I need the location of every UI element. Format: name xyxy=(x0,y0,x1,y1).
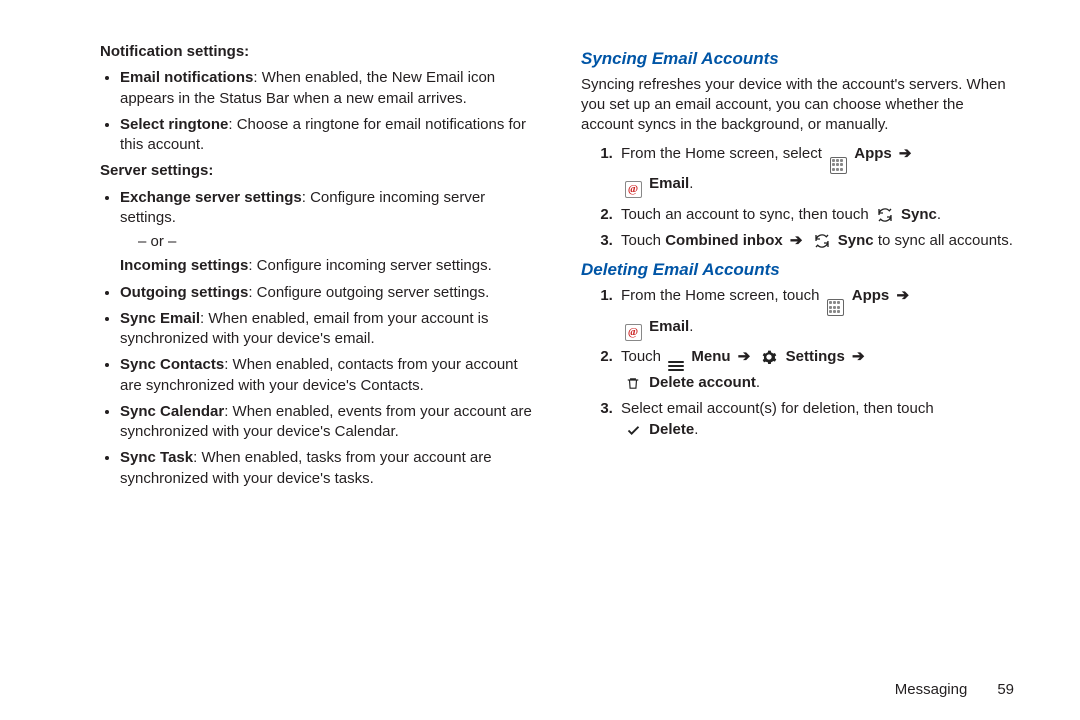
period: . xyxy=(756,374,760,391)
item-desc: : Configure outgoing server settings. xyxy=(248,284,489,301)
apps-icon xyxy=(829,156,847,174)
item-term: Outgoing settings xyxy=(120,284,248,301)
item-term: Select ringtone xyxy=(120,116,228,133)
step-text: From the Home screen, touch xyxy=(621,287,824,304)
arrow-icon: ➔ xyxy=(790,232,803,249)
apps-label: Apps xyxy=(854,145,896,162)
combined-inbox-label: Combined inbox xyxy=(665,232,787,249)
arrow-icon: ➔ xyxy=(852,348,865,365)
list-item: Exchange server settings : Configure inco… xyxy=(120,188,539,277)
settings-label: Settings xyxy=(786,348,849,365)
email-label: Email xyxy=(649,318,689,335)
email-icon: @ xyxy=(624,323,642,341)
item-term: Exchange server settings xyxy=(120,189,302,206)
menu-icon xyxy=(668,359,684,373)
item-term: Incoming settings xyxy=(120,257,248,274)
syncing-heading: Syncing Email Accounts xyxy=(581,48,1020,71)
item-term: Sync Contacts xyxy=(120,356,224,373)
list-item: Select ringtone: Choose a ringtone for e… xyxy=(120,115,539,156)
gear-icon xyxy=(760,348,778,366)
step-item: Touch an account to sync, then touch Syn… xyxy=(617,205,1020,225)
email-label: Email xyxy=(649,175,689,192)
period: . xyxy=(937,206,941,223)
period: . xyxy=(689,175,693,192)
step-text: Touch xyxy=(621,348,665,365)
left-column: Notification settings: Email notificatio… xyxy=(100,40,539,670)
item-term: Sync Calendar xyxy=(120,403,224,420)
trash-icon xyxy=(624,375,642,393)
delete-account-label: Delete account xyxy=(649,374,756,391)
deleting-heading: Deleting Email Accounts xyxy=(581,259,1020,282)
syncing-intro: Syncing refreshes your device with the a… xyxy=(581,75,1020,136)
check-icon xyxy=(624,421,642,439)
two-column-layout: Notification settings: Email notificatio… xyxy=(100,40,1020,670)
step-text: Touch an account to sync, then touch xyxy=(621,206,873,223)
menu-label: Menu xyxy=(691,348,734,365)
period: . xyxy=(694,421,698,438)
arrow-icon: ➔ xyxy=(899,145,912,162)
section-name: Messaging xyxy=(895,680,968,700)
sync-label: Sync xyxy=(838,232,874,249)
list-item: Sync Contacts: When enabled, contacts fr… xyxy=(120,355,539,396)
list-item: Email notifications: When enabled, the N… xyxy=(120,68,539,109)
step-item: Touch Combined inbox ➔ Sync to sync all … xyxy=(617,231,1020,251)
delete-label: Delete xyxy=(649,421,694,438)
period: . xyxy=(689,318,693,335)
manual-page: Notification settings: Email notificatio… xyxy=(0,0,1080,720)
list-item: Sync Task: When enabled, tasks from your… xyxy=(120,448,539,489)
apps-icon xyxy=(827,299,845,317)
right-column: Syncing Email Accounts Syncing refreshes… xyxy=(581,40,1020,670)
step-text: From the Home screen, select xyxy=(621,145,826,162)
item-desc: : Configure incoming server settings. xyxy=(248,257,491,274)
sync-icon xyxy=(813,232,831,250)
or-divider: – or – xyxy=(138,232,539,252)
item-term: Sync Task xyxy=(120,449,193,466)
server-settings-list: Exchange server settings : Configure inco… xyxy=(100,188,539,489)
step-item: From the Home screen, select Apps ➔ @ Em… xyxy=(617,144,1020,199)
item-term: Email notifications xyxy=(120,69,253,86)
step-text-tail: to sync all accounts. xyxy=(874,232,1013,249)
step-item: Select email account(s) for deletion, th… xyxy=(617,399,1020,440)
notification-settings-heading: Notification settings: xyxy=(100,42,539,62)
list-item: Sync Email: When enabled, email from you… xyxy=(120,309,539,350)
page-footer: Messaging 59 xyxy=(100,680,1020,700)
email-icon: @ xyxy=(624,181,642,199)
arrow-icon: ➔ xyxy=(896,287,909,304)
deleting-steps: From the Home screen, touch Apps ➔ @ Ema… xyxy=(581,286,1020,440)
arrow-icon: ➔ xyxy=(738,348,751,365)
step-text: Touch xyxy=(621,232,665,249)
step-item: Touch Menu ➔ Settings ➔ Delete account. xyxy=(617,347,1020,393)
sync-icon xyxy=(876,206,894,224)
list-item: Outgoing settings: Configure outgoing se… xyxy=(120,283,539,303)
notification-settings-list: Email notifications: When enabled, the N… xyxy=(100,68,539,155)
syncing-steps: From the Home screen, select Apps ➔ @ Em… xyxy=(581,144,1020,252)
apps-label: Apps xyxy=(852,287,894,304)
server-settings-heading: Server settings: xyxy=(100,161,539,181)
page-number: 59 xyxy=(997,680,1014,700)
sync-label: Sync xyxy=(901,206,937,223)
list-item: Sync Calendar: When enabled, events from… xyxy=(120,402,539,443)
item-term: Sync Email xyxy=(120,310,200,327)
step-item: From the Home screen, touch Apps ➔ @ Ema… xyxy=(617,286,1020,341)
step-text: Select email account(s) for deletion, th… xyxy=(621,400,934,417)
